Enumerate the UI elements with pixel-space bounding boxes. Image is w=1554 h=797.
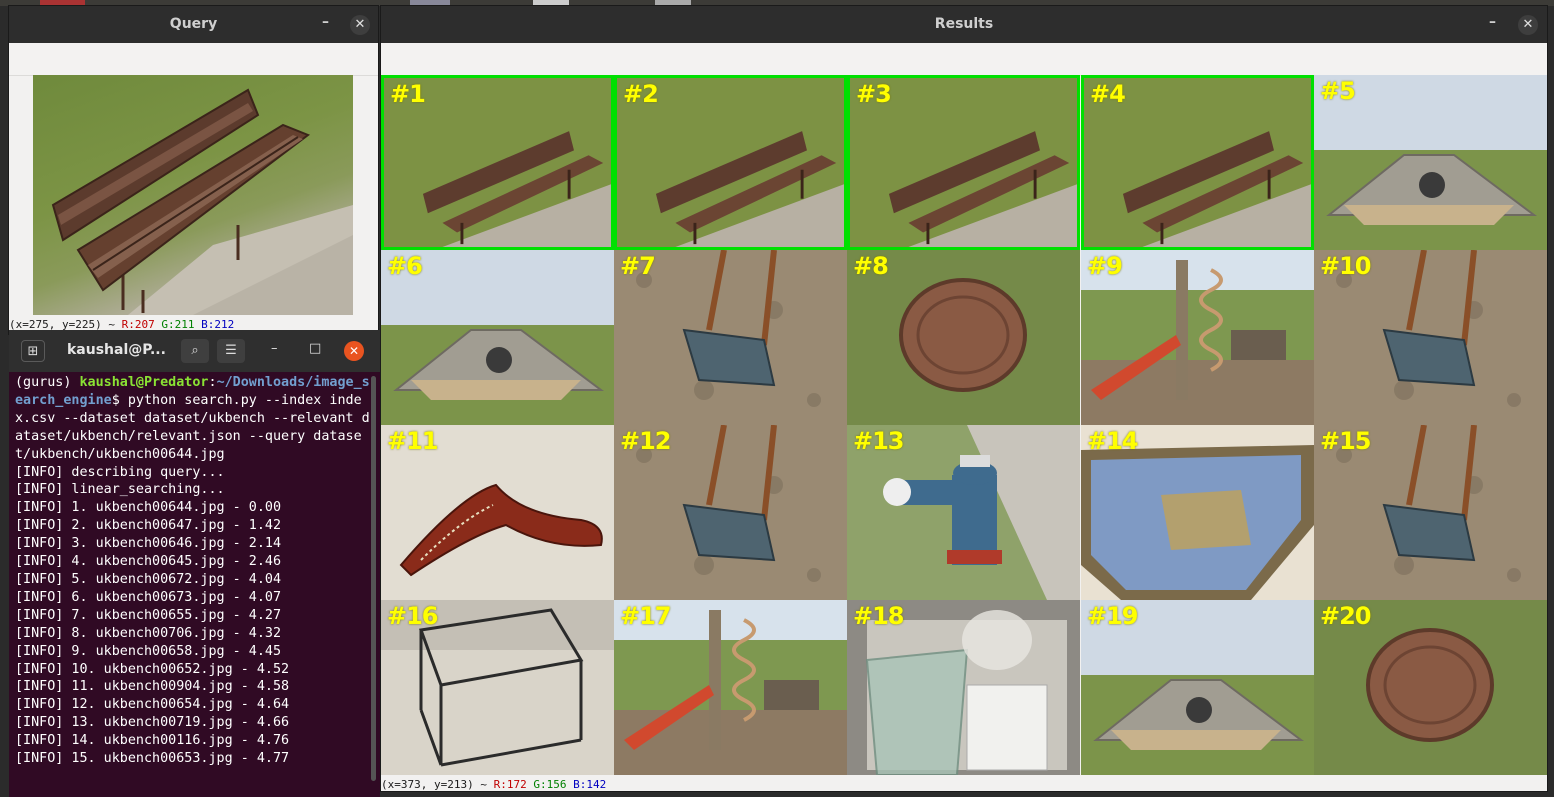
results-window: Results – ✕ #1 #2 #3 #4 #5 #6 #7 #8 #9 #… xyxy=(380,5,1548,792)
terminal-line: [INFO] 2. ukbench00647.jpg - 1.42 xyxy=(15,518,282,534)
result-thumbnail[interactable]: #9 xyxy=(1081,250,1314,425)
result-rank-label: #14 xyxy=(1087,427,1139,455)
result-rank-label: #8 xyxy=(853,252,889,280)
close-button[interactable]: ✕ xyxy=(350,15,370,35)
terminal-scrollbar[interactable] xyxy=(371,376,376,781)
terminal-line: [INFO] 1. ukbench00644.jpg - 0.00 xyxy=(15,500,282,516)
terminal-line: [INFO] 6. ukbench00673.jpg - 4.07 xyxy=(15,589,282,605)
terminal-line: [INFO] 10. ukbench00652.jpg - 4.52 xyxy=(15,661,290,677)
result-thumbnail[interactable]: #6 xyxy=(381,250,614,425)
terminal-line: [INFO] 4. ukbench00645.jpg - 2.46 xyxy=(15,554,282,570)
result-rank-label: #12 xyxy=(620,427,672,455)
close-button[interactable]: ✕ xyxy=(1518,15,1538,35)
terminal-line: [INFO] 13. ukbench00719.jpg - 4.66 xyxy=(15,715,290,731)
result-thumbnail[interactable]: #19 xyxy=(1081,600,1314,775)
result-rank-label: #1 xyxy=(390,80,426,108)
result-rank-label: #4 xyxy=(1090,80,1126,108)
result-thumbnail[interactable]: #7 xyxy=(614,250,847,425)
green-value: G:156 xyxy=(533,778,567,791)
terminal-line: [INFO] 9. ukbench00658.jpg - 4.45 xyxy=(15,643,282,659)
result-rank-label: #19 xyxy=(1087,602,1139,630)
result-rank-label: #11 xyxy=(387,427,439,455)
hamburger-icon: ☰ xyxy=(225,343,237,358)
result-thumbnail[interactable]: #16 xyxy=(381,600,614,775)
results-window-title: Results xyxy=(934,16,994,32)
results-grid: #1 #2 #3 #4 #5 #6 #7 #8 #9 #10 #11 #12 #… xyxy=(381,75,1547,775)
result-rank-label: #2 xyxy=(623,80,659,108)
minimize-button[interactable]: – xyxy=(322,14,329,30)
result-thumbnail[interactable]: #12 xyxy=(614,425,847,600)
terminal-title: kaushal@P... xyxy=(67,342,166,358)
result-thumbnail[interactable]: #11 xyxy=(381,425,614,600)
result-thumbnail[interactable]: #14 xyxy=(1081,425,1314,600)
terminal-output[interactable]: (gurus) kaushal@Predator:~/Downloads/ima… xyxy=(15,374,371,768)
search-icon: ⌕ xyxy=(191,343,199,358)
terminal-window[interactable]: ⊞ kaushal@P... ⌕ ☰ – □ ✕ (gurus) kaushal… xyxy=(9,330,380,797)
red-value: R:172 xyxy=(493,778,527,791)
result-thumbnail[interactable]: #18 xyxy=(847,600,1080,775)
terminal-line: [INFO] 8. ukbench00706.jpg - 4.32 xyxy=(15,625,282,641)
query-window: Query – ✕ (x=275, y=225) ~ R:207 G:211 B… xyxy=(8,5,379,335)
result-rank-label: #6 xyxy=(387,252,423,280)
terminal-line: [INFO] 3. ukbench00646.jpg - 2.14 xyxy=(15,536,282,552)
result-thumbnail[interactable]: #13 xyxy=(847,425,1080,600)
result-rank-label: #17 xyxy=(620,602,672,630)
result-thumbnail[interactable]: #10 xyxy=(1314,250,1547,425)
output-lines: [INFO] describing query... [INFO] linear_… xyxy=(15,464,371,768)
terminal-line: [INFO] linear_searching... xyxy=(15,482,225,498)
result-rank-label: #7 xyxy=(620,252,656,280)
result-thumbnail[interactable]: #17 xyxy=(614,600,847,775)
terminal-line: [INFO] 15. ukbench00653.jpg - 4.77 xyxy=(15,751,290,767)
terminal-line: [INFO] 14. ukbench00116.jpg - 4.76 xyxy=(15,733,290,749)
query-titlebar[interactable]: Query – ✕ xyxy=(9,6,378,43)
search-button[interactable]: ⌕ xyxy=(181,339,209,363)
terminal-line: [INFO] 11. ukbench00904.jpg - 4.58 xyxy=(15,679,290,695)
minimize-button[interactable]: – xyxy=(1489,14,1496,30)
result-thumbnail[interactable]: #4 xyxy=(1081,75,1314,250)
blue-value: B:142 xyxy=(573,778,607,791)
result-thumbnail[interactable]: #1 xyxy=(381,75,614,250)
results-status-bar: (x=373, y=213) ~ R:172 G:156 B:142 xyxy=(381,778,1547,791)
maximize-button[interactable]: □ xyxy=(309,341,321,356)
result-rank-label: #15 xyxy=(1320,427,1372,455)
result-rank-label: #10 xyxy=(1320,252,1372,280)
results-toolbar xyxy=(381,43,1547,76)
results-titlebar[interactable]: Results – ✕ xyxy=(381,6,1547,43)
close-button[interactable]: ✕ xyxy=(344,341,364,361)
result-thumbnail[interactable]: #15 xyxy=(1314,425,1547,600)
query-toolbar xyxy=(9,43,378,76)
result-thumbnail[interactable]: #5 xyxy=(1314,75,1547,250)
prompt-user: kaushal@Predator xyxy=(79,375,209,390)
result-rank-label: #16 xyxy=(387,602,439,630)
query-image[interactable] xyxy=(33,75,353,315)
result-rank-label: #9 xyxy=(1087,252,1123,280)
terminal-header[interactable]: ⊞ kaushal@P... ⌕ ☰ – □ ✕ xyxy=(9,330,380,372)
menu-button[interactable]: ☰ xyxy=(217,339,245,363)
new-tab-icon[interactable]: ⊞ xyxy=(21,340,45,362)
terminal-line: [INFO] 5. ukbench00672.jpg - 4.04 xyxy=(15,571,282,587)
result-rank-label: #13 xyxy=(853,427,905,455)
result-thumbnail[interactable]: #2 xyxy=(614,75,847,250)
prompt-separator: : xyxy=(208,375,217,390)
result-rank-label: #5 xyxy=(1320,77,1356,105)
terminal-line: [INFO] describing query... xyxy=(15,464,225,480)
prompt-env: (gurus) xyxy=(15,375,80,390)
result-rank-label: #3 xyxy=(856,80,892,108)
result-thumbnail[interactable]: #20 xyxy=(1314,600,1547,775)
result-rank-label: #20 xyxy=(1320,602,1372,630)
result-thumbnail[interactable]: #3 xyxy=(847,75,1080,250)
terminal-line: [INFO] 7. ukbench00655.jpg - 4.27 xyxy=(15,607,282,623)
result-thumbnail[interactable]: #8 xyxy=(847,250,1080,425)
minimize-button[interactable]: – xyxy=(271,341,278,356)
terminal-line: [INFO] 12. ukbench00654.jpg - 4.64 xyxy=(15,697,290,713)
result-rank-label: #18 xyxy=(853,602,905,630)
bench-image xyxy=(51,88,353,315)
cursor-coords: (x=373, y=213) ~ xyxy=(381,778,494,791)
